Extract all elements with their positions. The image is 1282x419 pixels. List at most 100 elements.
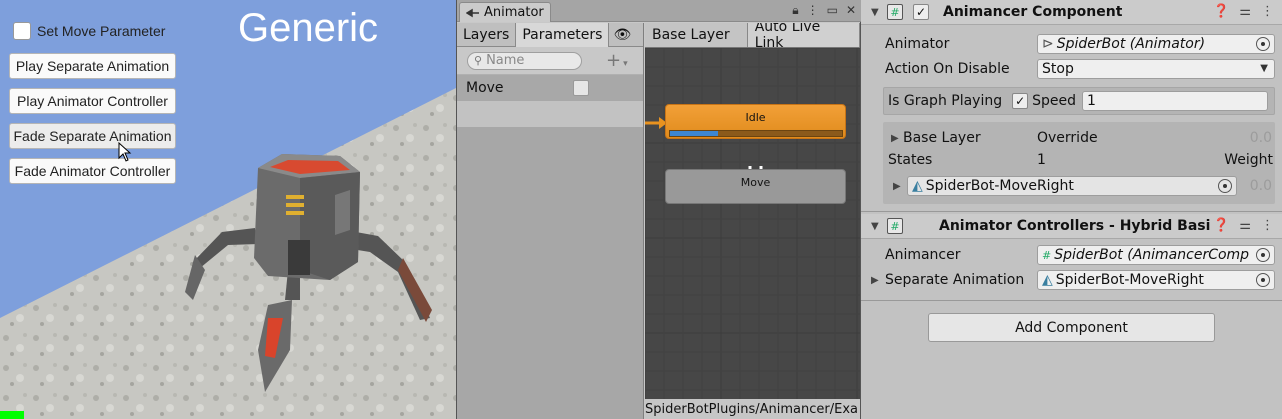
component-divider [861,300,1282,301]
chevron-down-icon: ▼ [1260,63,1268,74]
animator-field-value: SpiderBot (Animator) [1056,36,1206,52]
action-on-disable-label: Action On Disable [885,61,1010,77]
script-icon: # [1042,248,1052,262]
parameter-search-row: ⚲ Name + ▾ [457,47,643,75]
animator-object-field[interactable]: ⊳ SpiderBot (Animator) [1037,34,1275,54]
set-move-parameter-toggle[interactable]: Set Move Parameter [13,22,165,40]
foldout-arrow-icon[interactable]: ▼ [871,221,885,232]
animancer-field-row: Animancer # SpiderBot (AnimancerComp [861,243,1282,267]
set-move-parameter-label: Set Move Parameter [37,23,166,39]
status-indicator [0,411,24,419]
weight-label: Weight [1224,152,1273,168]
component-enabled-checkbox[interactable]: ✓ [913,4,929,20]
animator-titlebar: Animator 🔒︎ ⋮ ▭ ✕ [457,0,862,22]
search-placeholder: Name [486,53,525,68]
idle-progress-fill [670,131,719,136]
fade-animator-controller-button[interactable]: Fade Animator Controller [9,158,176,184]
controllers-component-header[interactable]: ▼ # Animator Controllers - Hybrid Basi ❓… [861,214,1282,239]
lock-icon[interactable]: 🔒︎ [792,3,798,18]
context-menu-icon[interactable]: ⋮ [1261,4,1274,19]
parameter-value-checkbox[interactable] [573,80,589,96]
states-label: States [888,152,933,168]
mouse-cursor-icon [118,142,132,162]
help-icon[interactable]: ❓ [1213,4,1229,19]
add-component-button[interactable]: Add Component [928,313,1215,342]
states-row: States 1 Weight [861,148,1282,172]
separate-animation-value: SpiderBot-MoveRight [1055,272,1204,288]
breadcrumb-base-layer[interactable]: Base Layer [645,23,748,47]
play-separate-animation-button[interactable]: Play Separate Animation [9,53,176,79]
animancer-component-header[interactable]: ▼ # ✓ Animancer Component ❓ ⚌ ⋮ [861,0,1282,25]
state-node-move[interactable]: Move [665,169,846,204]
object-picker-icon[interactable] [1218,179,1232,193]
action-on-disable-dropdown[interactable]: Stop ▼ [1037,59,1275,79]
state-object-field[interactable]: ◭ SpiderBot-MoveRight [907,176,1237,196]
base-layer-row[interactable]: ▶ Base Layer Override 0.0 [861,126,1282,150]
animancer-field-label: Animancer [885,247,961,263]
header-icons: ❓ ⚌ ⋮ [1213,218,1274,233]
tab-layers[interactable]: Layers [457,23,517,47]
tab-parameters[interactable]: Parameters [516,23,610,47]
animator-tab-label: Animator [484,5,544,20]
animancer-object-field[interactable]: # SpiderBot (AnimancerComp [1037,245,1275,265]
state-foldout-icon[interactable]: ▶ [893,181,901,192]
animator-left-panel: Layers Parameters 👁︎ ⚲ Name + ▾ Move [457,23,644,419]
parameter-name: Move [466,80,504,96]
graph-playing-row: Is Graph Playing ✓ Speed 1 [883,87,1275,115]
header-icons: ❓ ⚌ ⋮ [1213,4,1274,19]
animator-icon [466,8,479,17]
speed-label: Speed [1032,93,1077,109]
layer-mode: Override [1037,130,1098,146]
search-icon: ⚲ [474,54,483,67]
animator-type-icon: ⊳ [1042,36,1054,52]
game-view: Generic Set Move Parameter Play Separate… [0,0,456,419]
help-icon[interactable]: ❓ [1213,218,1229,233]
window-controls: 🔒︎ ⋮ ▭ ✕ [792,3,856,18]
object-picker-icon[interactable] [1256,248,1270,262]
animator-field-row: Animator ⊳ SpiderBot (Animator) [861,32,1282,56]
separate-animation-object-field[interactable]: ◭ SpiderBot-MoveRight [1037,270,1275,290]
component-divider [861,211,1282,212]
menu-icon[interactable]: ⋮ [807,3,819,18]
base-layer-label: Base Layer [903,130,981,146]
animator-tab[interactable]: Animator [459,2,551,22]
foldout-arrow-icon[interactable]: ▼ [871,7,885,18]
eye-icon[interactable]: 👁︎ [609,23,635,47]
speed-input[interactable]: 1 [1082,91,1269,111]
component-title: Animancer Component [943,4,1123,20]
is-graph-playing-checkbox[interactable]: ✓ [1012,93,1029,109]
parameter-search-input[interactable]: ⚲ Name [467,51,582,70]
state-weight: 0.0 [1249,178,1272,194]
presets-icon[interactable]: ⚌ [1239,4,1251,19]
maximize-icon[interactable]: ▭ [827,3,838,18]
object-picker-icon[interactable] [1256,37,1270,51]
script-icon: # [887,218,903,234]
parameter-list-empty [457,127,643,419]
presets-icon[interactable]: ⚌ [1239,218,1251,233]
animation-clip-icon: ◭ [1042,272,1053,288]
separate-animation-foldout-icon[interactable]: ▶ [871,275,879,286]
context-menu-icon[interactable]: ⋮ [1261,218,1274,233]
parameter-row-move[interactable]: Move [457,75,643,101]
separate-animation-label: Separate Animation [885,272,1025,288]
state-name: SpiderBot-MoveRight [925,178,1074,194]
asset-path: SpiderBotPlugins/Animancer/Exa [645,399,860,419]
fade-separate-animation-button[interactable]: Fade Separate Animation [9,123,176,149]
left-panel-tabs: Layers Parameters 👁︎ [457,23,643,47]
state-node-idle[interactable]: Idle [665,104,846,139]
animator-window: Animator 🔒︎ ⋮ ▭ ✕ Layers Parameters 👁︎ ⚲… [456,0,862,419]
add-parameter-icon[interactable]: + ▾ [606,50,628,71]
inspector-panel: ▼ # ✓ Animancer Component ❓ ⚌ ⋮ Animator… [861,0,1282,419]
state-row[interactable]: ▶ ◭ SpiderBot-MoveRight 0.0 [861,174,1282,198]
close-icon[interactable]: ✕ [846,3,856,18]
object-picker-icon[interactable] [1256,273,1270,287]
layer-weight: 0.0 [1249,130,1272,146]
state-machine-graph[interactable]: Base Layer Auto Live Link Idle Move Spid… [645,23,860,419]
is-graph-playing-label: Is Graph Playing [888,93,1003,109]
action-on-disable-value: Stop [1042,61,1074,77]
set-move-parameter-checkbox[interactable] [13,22,31,40]
script-icon: # [887,4,903,20]
play-animator-controller-button[interactable]: Play Animator Controller [9,88,176,114]
layer-foldout-icon[interactable]: ▶ [891,133,899,144]
auto-live-link-toggle[interactable]: Auto Live Link [748,23,860,51]
